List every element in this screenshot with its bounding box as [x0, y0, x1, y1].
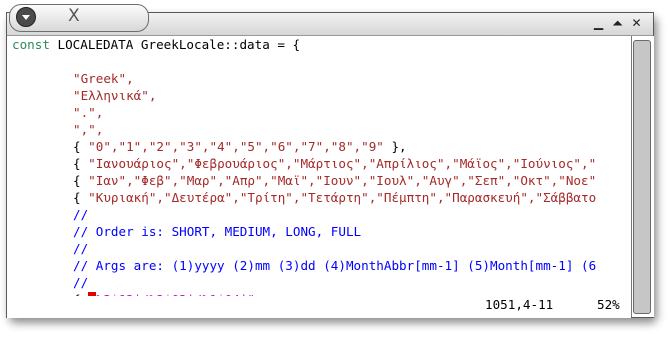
keyword: const	[12, 37, 50, 52]
comment-line: // Order is: SHORT, MEDIUM, LONG, FULL	[73, 224, 362, 239]
string-literal: "Κυριακή","Δευτέρα","Τρίτη","Τετάρτη","Π…	[88, 190, 597, 205]
code-line: "Greek",	[73, 70, 134, 87]
code-line: { "Ιαν","Φεβ","Μαρ","Απρ","Μαϊ","Ιουν","…	[73, 172, 596, 189]
cursor-position: 1051,4-11	[485, 297, 554, 312]
comment-line: //	[73, 275, 89, 290]
comment-line: //	[73, 241, 89, 256]
brace-open: {	[73, 190, 89, 205]
brace-close: },	[383, 139, 407, 154]
comment-line: //	[73, 207, 89, 222]
scrollbar-thumb[interactable]	[633, 40, 651, 314]
string-literal: ".",	[73, 105, 104, 120]
code-text: LOCALEDATA GreekLocale::data = {	[49, 37, 301, 52]
code-line: const LOCALEDATA GreekLocale::data = {	[12, 36, 300, 53]
minimize-icon[interactable]: ▁	[591, 16, 606, 31]
brace-open: {	[73, 156, 89, 171]
code-line: { "Κυριακή","Δευτέρα","Τρίτη","Τετάρτη",…	[73, 189, 596, 206]
close-icon[interactable]: ✕	[629, 16, 644, 31]
x-logo: X	[68, 6, 80, 26]
string-literal: "Ιαν","Φεβ","Μαρ","Απρ","Μαϊ","Ιουν","Ιο…	[88, 173, 597, 188]
string-literal: ",",	[73, 122, 104, 137]
string-literal: "Ιανουάριος","Φεβρουάριος","Μάρτιος","Απ…	[88, 156, 597, 171]
title-tab[interactable]: X	[9, 4, 149, 32]
maximize-icon[interactable]: ⏶	[610, 16, 625, 31]
string-literal: "Greek",	[73, 71, 134, 86]
editor-text-area[interactable]: const LOCALEDATA GreekLocale::data = { "…	[7, 36, 631, 318]
string-literal: "Ελληνικά",	[73, 88, 157, 103]
title-bar[interactable]: X ▁ ⏶ ✕	[7, 4, 653, 36]
status-line: 1051,4-11 52%	[7, 296, 631, 314]
code-line: { "Ιανουάριος","Φεβρουάριος","Μάρτιος","…	[73, 155, 596, 172]
code-line: ",",	[73, 121, 103, 138]
string-literal: "0","1","2","3","4","5","6","7","8","9"	[88, 139, 384, 154]
code-line: ".",	[73, 104, 103, 121]
terminal-window: X ▁ ⏶ ✕ const LOCALEDATA GreekLocale::da…	[6, 4, 654, 318]
scrollbar[interactable]	[631, 36, 654, 317]
brace-open: {	[73, 139, 89, 154]
code-line: "Ελληνικά",	[73, 87, 156, 104]
comment-line: // Args are: (1)yyyy (2)mm (3)dd (4)Mont…	[73, 258, 597, 273]
code-line: { "0","1","2","3","4","5","6","7","8","9…	[73, 138, 407, 155]
brace-open: {	[73, 173, 89, 188]
scroll-percent: 52%	[597, 297, 620, 312]
menu-icon[interactable]	[16, 7, 36, 27]
